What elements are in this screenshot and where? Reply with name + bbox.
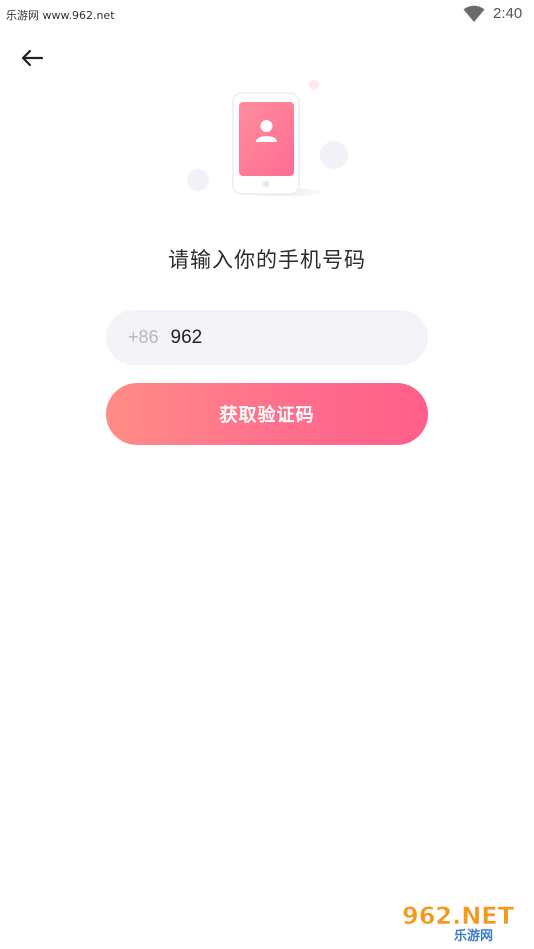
- wifi-icon: [463, 5, 485, 22]
- phone-number-input[interactable]: +86 962: [106, 310, 428, 365]
- status-bar-watermark: 乐游网 www.962.net: [6, 9, 115, 22]
- country-code: +86: [128, 327, 159, 347]
- page-title: 请输入你的手机号码: [168, 248, 366, 272]
- brand-watermark-logo: 962.NET 乐游网: [396, 898, 530, 944]
- svg-text:乐游网: 乐游网: [454, 928, 493, 944]
- status-bar-time: 2:40: [493, 5, 523, 22]
- phone-number-value[interactable]: 962: [171, 327, 203, 349]
- svg-text:962.NET: 962.NET: [402, 902, 515, 930]
- phone-illustration: [187, 80, 348, 196]
- arrow-left-icon[interactable]: [18, 44, 46, 72]
- status-bar: 乐游网 www.962.net 2:40: [0, 0, 534, 30]
- get-verification-code-button[interactable]: 获取验证码: [106, 383, 428, 445]
